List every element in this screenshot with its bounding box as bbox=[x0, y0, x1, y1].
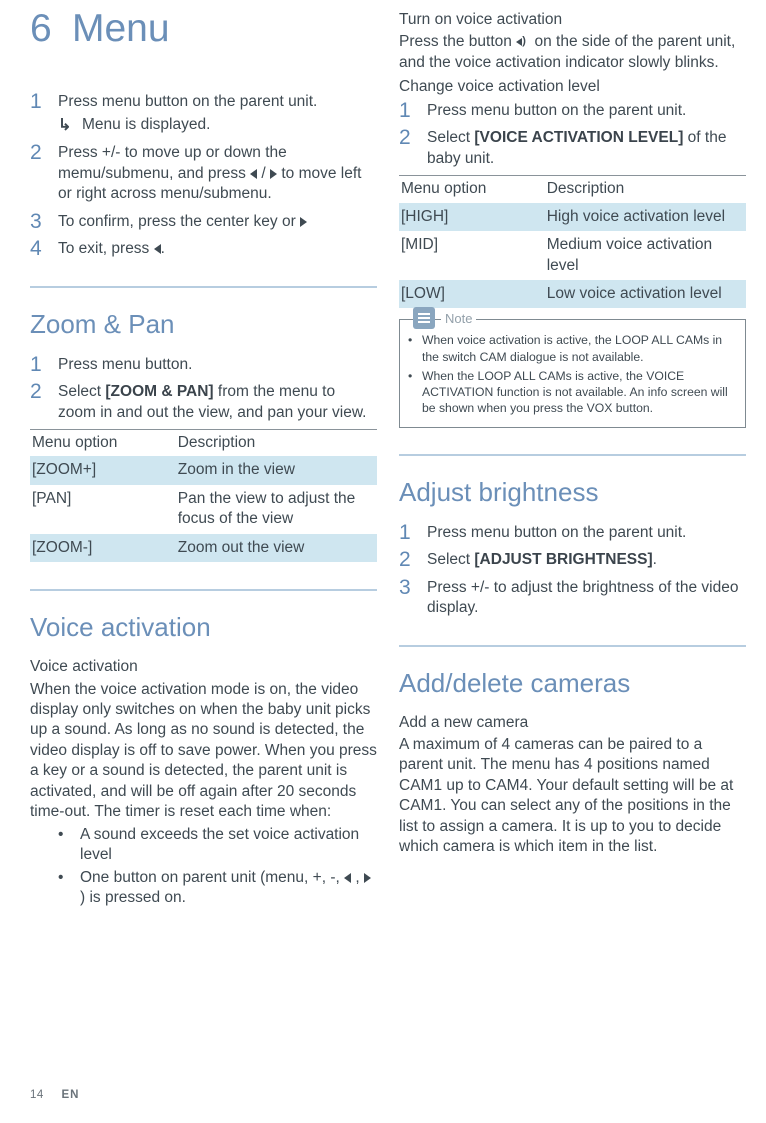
brightness-heading: Adjust brightness bbox=[399, 478, 746, 508]
option-cell: [ZOOM-] bbox=[30, 534, 176, 563]
step-text: Select [ZOOM & PAN] from the menu to zoo… bbox=[58, 381, 377, 423]
step-number: 2 bbox=[30, 381, 58, 423]
voice-heading: Voice activation bbox=[30, 613, 377, 643]
turnon-subhead: Turn on voice activation bbox=[399, 10, 746, 30]
change-level-steps: 1 Press menu button on the parent unit. … bbox=[399, 100, 746, 169]
result-text: Menu is displayed. bbox=[82, 115, 210, 136]
step-number: 2 bbox=[30, 142, 58, 204]
right-column: Turn on voice activation Press the butto… bbox=[399, 8, 746, 913]
desc-cell: Zoom out the view bbox=[176, 534, 377, 563]
step-number: 1 bbox=[399, 522, 427, 543]
cameras-heading: Add/delete cameras bbox=[399, 669, 746, 699]
table-row: [LOW] Low voice activation level bbox=[399, 280, 746, 309]
left-triangle-icon bbox=[154, 244, 161, 254]
add-camera-paragraph: A maximum of 4 cameras can be paired to … bbox=[399, 735, 746, 858]
chapter-number: 6 bbox=[30, 8, 72, 51]
change-level-subhead: Change voice activation level bbox=[399, 77, 746, 97]
option-cell: [HIGH] bbox=[399, 203, 545, 231]
page-language: EN bbox=[62, 1089, 80, 1101]
result-arrow-icon: ↳ bbox=[58, 115, 82, 136]
step-number: 1 bbox=[399, 100, 427, 121]
section-divider bbox=[30, 589, 377, 591]
step-number: 2 bbox=[399, 127, 427, 169]
table-row: [PAN] Pan the view to adjust the focus o… bbox=[30, 485, 377, 534]
step-result: ↳ Menu is displayed. bbox=[58, 115, 377, 136]
voice-bullets: •A sound exceeds the set voice activatio… bbox=[58, 825, 377, 909]
bullet-icon: • bbox=[58, 825, 80, 866]
page-number: 14 bbox=[30, 1089, 44, 1101]
step-text: To confirm, press the center key or bbox=[58, 211, 377, 232]
sound-icon bbox=[516, 37, 530, 47]
note-box: Note •When voice activation is active, t… bbox=[399, 319, 746, 427]
note-item: When voice activation is active, the LOO… bbox=[422, 332, 737, 364]
bullet-icon: • bbox=[58, 868, 80, 909]
step-text: Select [ADJUST BRIGHTNESS]. bbox=[427, 549, 746, 570]
table-row: [MID] Medium voice activation level bbox=[399, 231, 746, 280]
option-cell: [ZOOM+] bbox=[30, 456, 176, 484]
desc-cell: Pan the view to adjust the focus of the … bbox=[176, 485, 377, 534]
note-label: Note bbox=[441, 311, 476, 326]
table-row: [ZOOM+] Zoom in the view bbox=[30, 456, 377, 484]
add-camera-subhead: Add a new camera bbox=[399, 713, 746, 733]
step-number: 4 bbox=[30, 238, 58, 259]
right-triangle-icon bbox=[270, 169, 277, 179]
option-cell: [MID] bbox=[399, 231, 545, 280]
main-steps: 1 Press menu button on the parent unit. … bbox=[30, 91, 377, 260]
right-triangle-icon bbox=[364, 873, 371, 883]
table-header: Menu option bbox=[399, 176, 545, 203]
voice-paragraph: When the voice activation mode is on, th… bbox=[30, 680, 377, 823]
bullet-text: A sound exceeds the set voice activation… bbox=[80, 825, 377, 866]
turnon-text: Press the button on the side of the pare… bbox=[399, 32, 746, 73]
step-text: Press +/- to move up or down the memu/su… bbox=[58, 142, 377, 204]
desc-cell: High voice activation level bbox=[545, 203, 746, 231]
chapter-title: 6Menu bbox=[30, 8, 377, 51]
bullet-icon: • bbox=[408, 332, 422, 364]
zoom-table: Menu option Description [ZOOM+] Zoom in … bbox=[30, 429, 377, 563]
right-triangle-icon bbox=[300, 217, 307, 227]
step-text: Press menu button on the parent unit. bbox=[58, 93, 317, 110]
desc-cell: Medium voice activation level bbox=[545, 231, 746, 280]
bullet-text: One button on parent unit (menu, +, -, ,… bbox=[80, 868, 377, 909]
table-header: Menu option bbox=[30, 429, 176, 456]
option-cell: [PAN] bbox=[30, 485, 176, 534]
zoom-pan-heading: Zoom & Pan bbox=[30, 310, 377, 340]
step-text: Press +/- to adjust the brightness of th… bbox=[427, 579, 738, 616]
step-text: Press menu button on the parent unit. bbox=[427, 524, 686, 541]
zoom-steps: 1 Press menu button. 2 Select [ZOOM & PA… bbox=[30, 354, 377, 423]
brightness-steps: 1 Press menu button on the parent unit. … bbox=[399, 522, 746, 619]
chapter-name: Menu bbox=[72, 7, 170, 50]
section-divider bbox=[30, 286, 377, 288]
desc-cell: Zoom in the view bbox=[176, 456, 377, 484]
step-text: Select [VOICE ACTIVATION LEVEL] of the b… bbox=[427, 127, 746, 169]
step-number: 1 bbox=[30, 354, 58, 375]
note-icon bbox=[413, 307, 435, 329]
step-text: Press menu button on the parent unit. bbox=[427, 102, 686, 119]
table-row: [ZOOM-] Zoom out the view bbox=[30, 534, 377, 563]
desc-cell: Low voice activation level bbox=[545, 280, 746, 309]
voice-level-table: Menu option Description [HIGH] High voic… bbox=[399, 175, 746, 309]
step-text: Press menu button. bbox=[58, 356, 192, 373]
section-divider bbox=[399, 645, 746, 647]
voice-subhead: Voice activation bbox=[30, 657, 377, 677]
note-item: When the LOOP ALL CAMs is active, the VO… bbox=[422, 368, 737, 416]
left-column: 6Menu 1 Press menu button on the parent … bbox=[30, 8, 377, 913]
step-number: 1 bbox=[30, 91, 58, 137]
bullet-icon: • bbox=[408, 368, 422, 416]
section-divider bbox=[399, 454, 746, 456]
step-text: To exit, press . bbox=[58, 238, 377, 259]
table-header: Description bbox=[545, 176, 746, 203]
step-number: 3 bbox=[30, 211, 58, 232]
step-number: 3 bbox=[399, 577, 427, 619]
option-cell: [LOW] bbox=[399, 280, 545, 309]
left-triangle-icon bbox=[344, 873, 351, 883]
table-row: [HIGH] High voice activation level bbox=[399, 203, 746, 231]
page-footer: 14 EN bbox=[30, 1089, 79, 1101]
table-header: Description bbox=[176, 429, 377, 456]
step-number: 2 bbox=[399, 549, 427, 570]
